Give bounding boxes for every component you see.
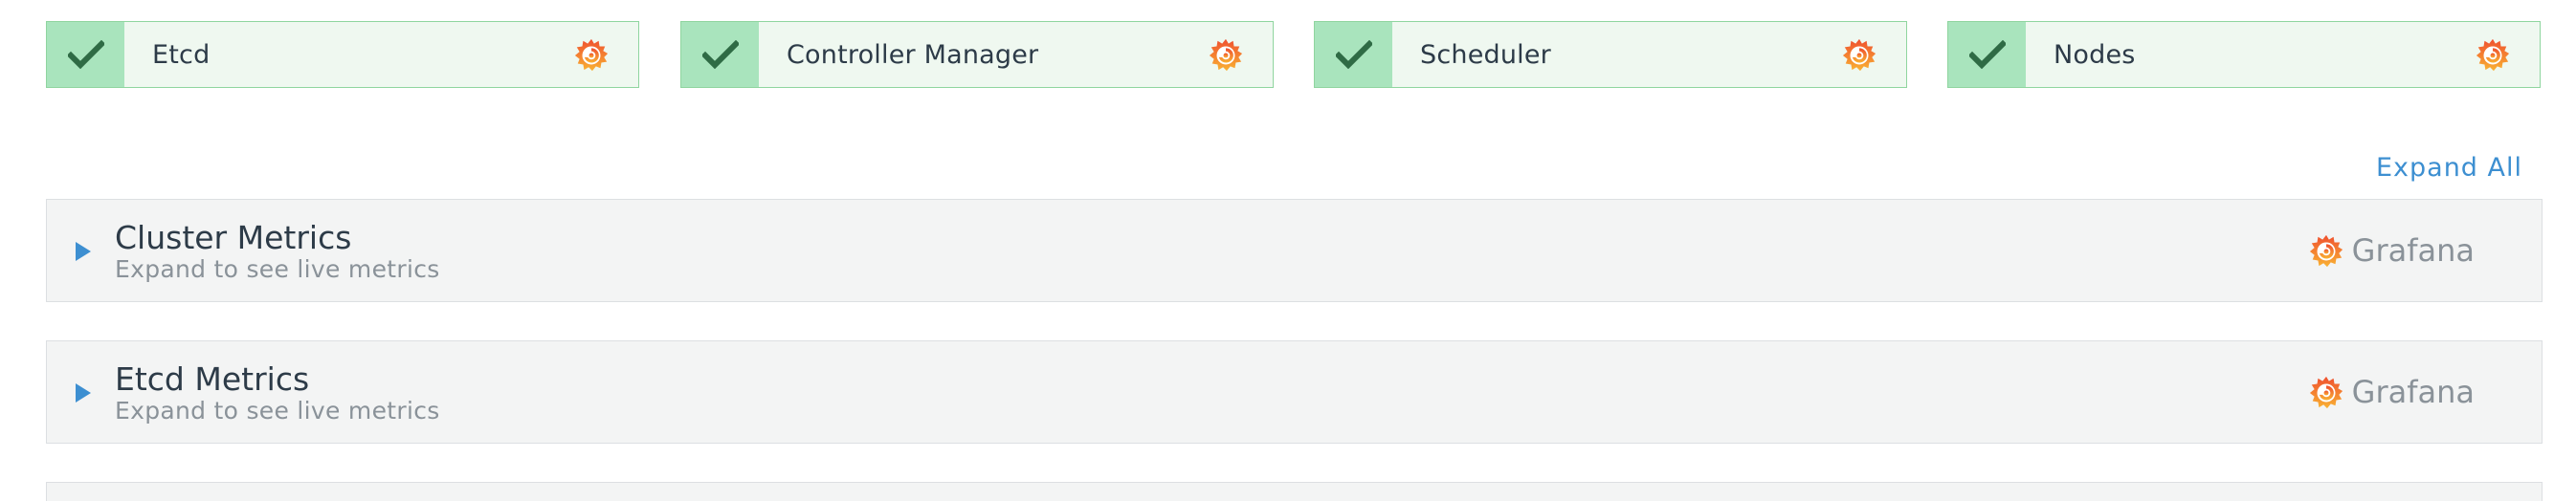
grafana-icon[interactable] xyxy=(1208,35,1244,74)
metrics-panel-partial[interactable] xyxy=(46,482,2543,501)
expand-caret-icon[interactable] xyxy=(76,383,91,403)
grafana-link-label: Grafana xyxy=(2351,374,2475,410)
component-status-row: Etcd Controller Manager Scheduler Nodes xyxy=(46,21,2543,90)
status-card-label: Nodes xyxy=(2054,39,2136,70)
cluster-metrics-panel[interactable]: Cluster Metrics Expand to see live metri… xyxy=(46,199,2543,302)
panel-title: Cluster Metrics xyxy=(115,219,352,256)
check-icon xyxy=(1335,40,1372,69)
status-indicator xyxy=(47,22,124,87)
expand-all-link[interactable]: Expand All xyxy=(2376,153,2522,183)
status-indicator xyxy=(1315,22,1392,87)
grafana-icon[interactable] xyxy=(2475,35,2511,74)
panel-subtitle: Expand to see live metrics xyxy=(115,255,440,283)
grafana-icon xyxy=(2308,373,2344,411)
status-card-scheduler: Scheduler xyxy=(1314,21,1907,88)
status-card-controller-manager: Controller Manager xyxy=(680,21,1274,88)
status-card-etcd: Etcd xyxy=(46,21,639,88)
status-card-label: Scheduler xyxy=(1420,39,1551,70)
check-icon xyxy=(701,40,739,69)
grafana-link-label: Grafana xyxy=(2351,232,2475,269)
grafana-icon[interactable] xyxy=(1841,35,1877,74)
grafana-icon xyxy=(2308,231,2344,270)
status-card-label: Controller Manager xyxy=(787,39,1039,70)
grafana-link[interactable]: Grafana xyxy=(2308,231,2475,270)
expand-caret-icon[interactable] xyxy=(76,242,91,261)
panel-title: Etcd Metrics xyxy=(115,360,310,398)
check-icon xyxy=(67,40,104,69)
status-indicator xyxy=(1948,22,2026,87)
check-icon xyxy=(1968,40,2006,69)
status-card-label: Etcd xyxy=(152,39,211,70)
dashboard-page: Etcd Controller Manager Scheduler Nodes … xyxy=(0,0,2576,501)
grafana-link[interactable]: Grafana xyxy=(2308,373,2475,411)
etcd-metrics-panel[interactable]: Etcd Metrics Expand to see live metrics … xyxy=(46,340,2543,444)
status-indicator xyxy=(681,22,759,87)
status-card-nodes: Nodes xyxy=(1947,21,2541,88)
panel-subtitle: Expand to see live metrics xyxy=(115,397,440,425)
grafana-icon[interactable] xyxy=(573,35,610,74)
